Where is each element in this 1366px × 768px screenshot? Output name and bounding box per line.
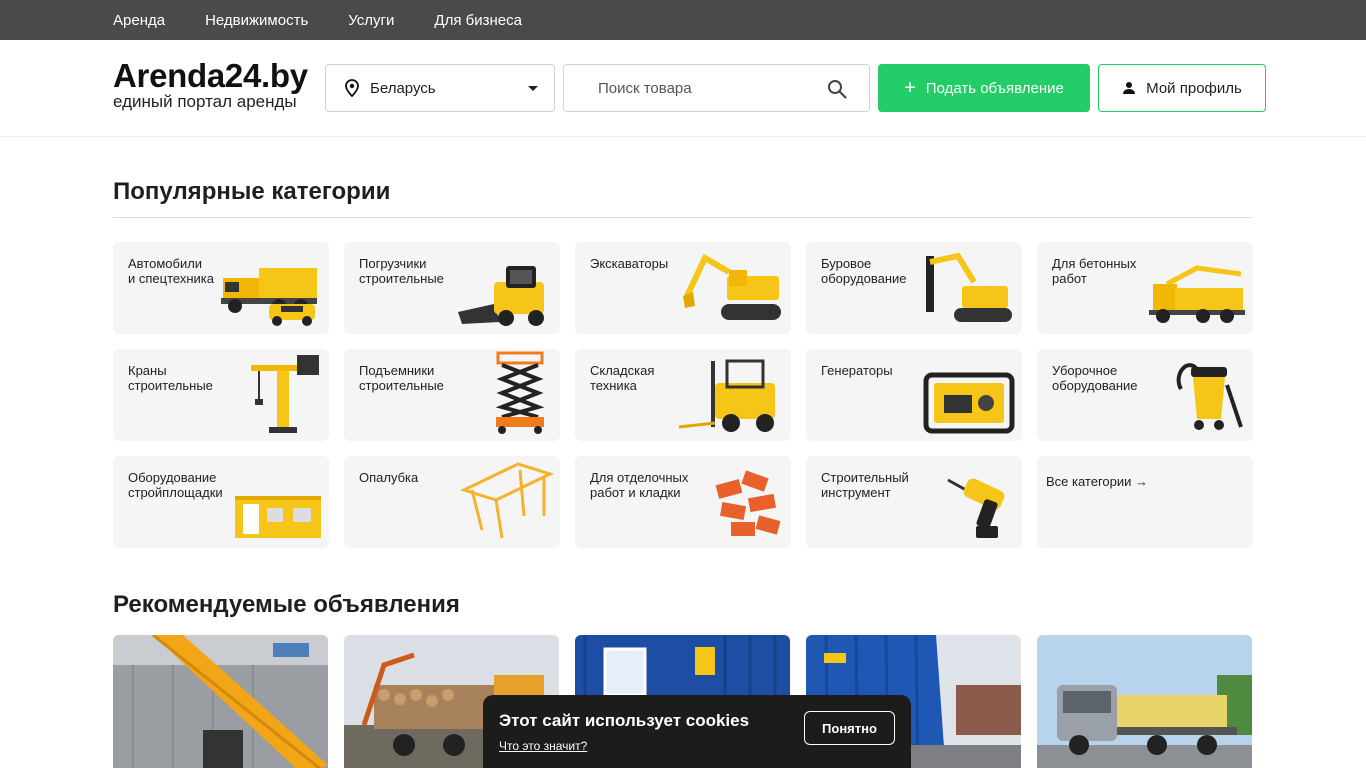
listing-photo-crane-truck — [113, 635, 328, 768]
logo-tagline: единый портал аренды — [113, 92, 297, 111]
location-pin-icon — [345, 79, 359, 97]
category-label: Краны строительные — [128, 363, 213, 393]
region-value: Беларусь — [370, 79, 436, 97]
category-excavators[interactable]: Экскаваторы — [575, 242, 791, 334]
category-concrete[interactable]: Для бетонных работ — [1037, 242, 1253, 334]
category-label: Строительный инструмент — [821, 470, 909, 500]
post-ad-label: Подать объявление — [925, 79, 1064, 97]
recommended-title: Рекомендуемые объявления — [113, 591, 460, 618]
category-formwork[interactable]: Опалубка — [344, 456, 560, 548]
category-tools[interactable]: Строительный инструмент — [806, 456, 1022, 548]
search-input[interactable] — [598, 65, 828, 111]
nav-services[interactable]: Услуги — [348, 12, 394, 29]
category-site-equipment[interactable]: Оборудование стройплощадки — [113, 456, 329, 548]
drill-icon — [947, 478, 1005, 538]
bricks-icon — [715, 470, 781, 536]
category-finishing[interactable]: Для отделочных работ и кладки — [575, 456, 791, 548]
cookie-info-link[interactable]: Что это значит? — [499, 739, 587, 753]
search-icon[interactable] — [827, 79, 847, 99]
category-grid: Автомобили и спецтехника Погрузчики стро… — [113, 242, 1253, 548]
post-ad-button[interactable]: + Подать объявление — [878, 64, 1090, 112]
top-nav: Аренда Недвижимость Услуги Для бизнеса — [0, 0, 1366, 40]
category-label: Все категории → — [1046, 474, 1149, 489]
category-loaders[interactable]: Погрузчики строительные — [344, 242, 560, 334]
user-icon — [1123, 82, 1136, 94]
skid-loader-icon — [458, 266, 544, 326]
vacuum-cleaner-icon — [1176, 363, 1243, 430]
chevron-down-icon — [528, 86, 538, 91]
forklift-icon — [678, 359, 775, 432]
category-warehouse[interactable]: Складская техника — [575, 349, 791, 441]
category-generators[interactable]: Генераторы — [806, 349, 1022, 441]
listing-card[interactable] — [1037, 635, 1252, 768]
nav-business[interactable]: Для бизнеса — [434, 12, 522, 29]
listing-photo-flatbed-truck — [1037, 635, 1252, 768]
category-label: Оборудование стройплощадки — [128, 470, 223, 500]
category-label: Для отделочных работ и кладки — [590, 470, 689, 500]
profile-label: Мой профиль — [1146, 79, 1242, 97]
category-cleaning[interactable]: Уборочное оборудование — [1037, 349, 1253, 441]
excavator-icon — [683, 253, 781, 320]
search-box — [563, 64, 870, 112]
all-categories-link[interactable]: Все категории → — [1037, 456, 1253, 548]
nav-rent[interactable]: Аренда — [113, 12, 165, 29]
listing-card[interactable] — [113, 635, 328, 768]
category-cranes[interactable]: Краны строительные — [113, 349, 329, 441]
concrete-pump-icon — [1149, 265, 1245, 323]
category-vehicles[interactable]: Автомобили и спецтехника — [113, 242, 329, 334]
site-cabin-icon — [235, 496, 321, 538]
scissor-lift-icon — [495, 351, 545, 434]
site-header: Arenda24.by единый портал аренды Беларус… — [0, 40, 1366, 137]
site-logo[interactable]: Arenda24.by единый портал аренды — [113, 59, 308, 111]
categories-title: Популярные категории — [113, 178, 391, 205]
categories-divider — [113, 217, 1252, 218]
formwork-icon — [459, 462, 554, 539]
cookie-title: Этот сайт использует cookies — [499, 711, 750, 730]
nav-real-estate[interactable]: Недвижимость — [205, 12, 308, 29]
category-drilling[interactable]: Буровое оборудование — [806, 242, 1022, 334]
category-label: Уборочное оборудование — [1052, 363, 1138, 393]
tower-crane-icon — [251, 355, 319, 433]
generator-icon — [923, 372, 1015, 434]
plus-icon: + — [904, 77, 916, 99]
drilling-rig-icon — [926, 252, 1012, 322]
logo-name: Arenda24.by — [113, 57, 308, 94]
cookie-banner: Этот сайт использует cookies Что это зна… — [483, 695, 911, 768]
profile-button[interactable]: Мой профиль — [1098, 64, 1266, 112]
cookie-accept-button[interactable]: Понятно — [804, 711, 895, 745]
trucks-icon — [221, 268, 317, 326]
category-lifts[interactable]: Подъемники строительные — [344, 349, 560, 441]
category-label: Подъемники строительные — [359, 363, 444, 393]
region-select[interactable]: Беларусь — [325, 64, 555, 112]
